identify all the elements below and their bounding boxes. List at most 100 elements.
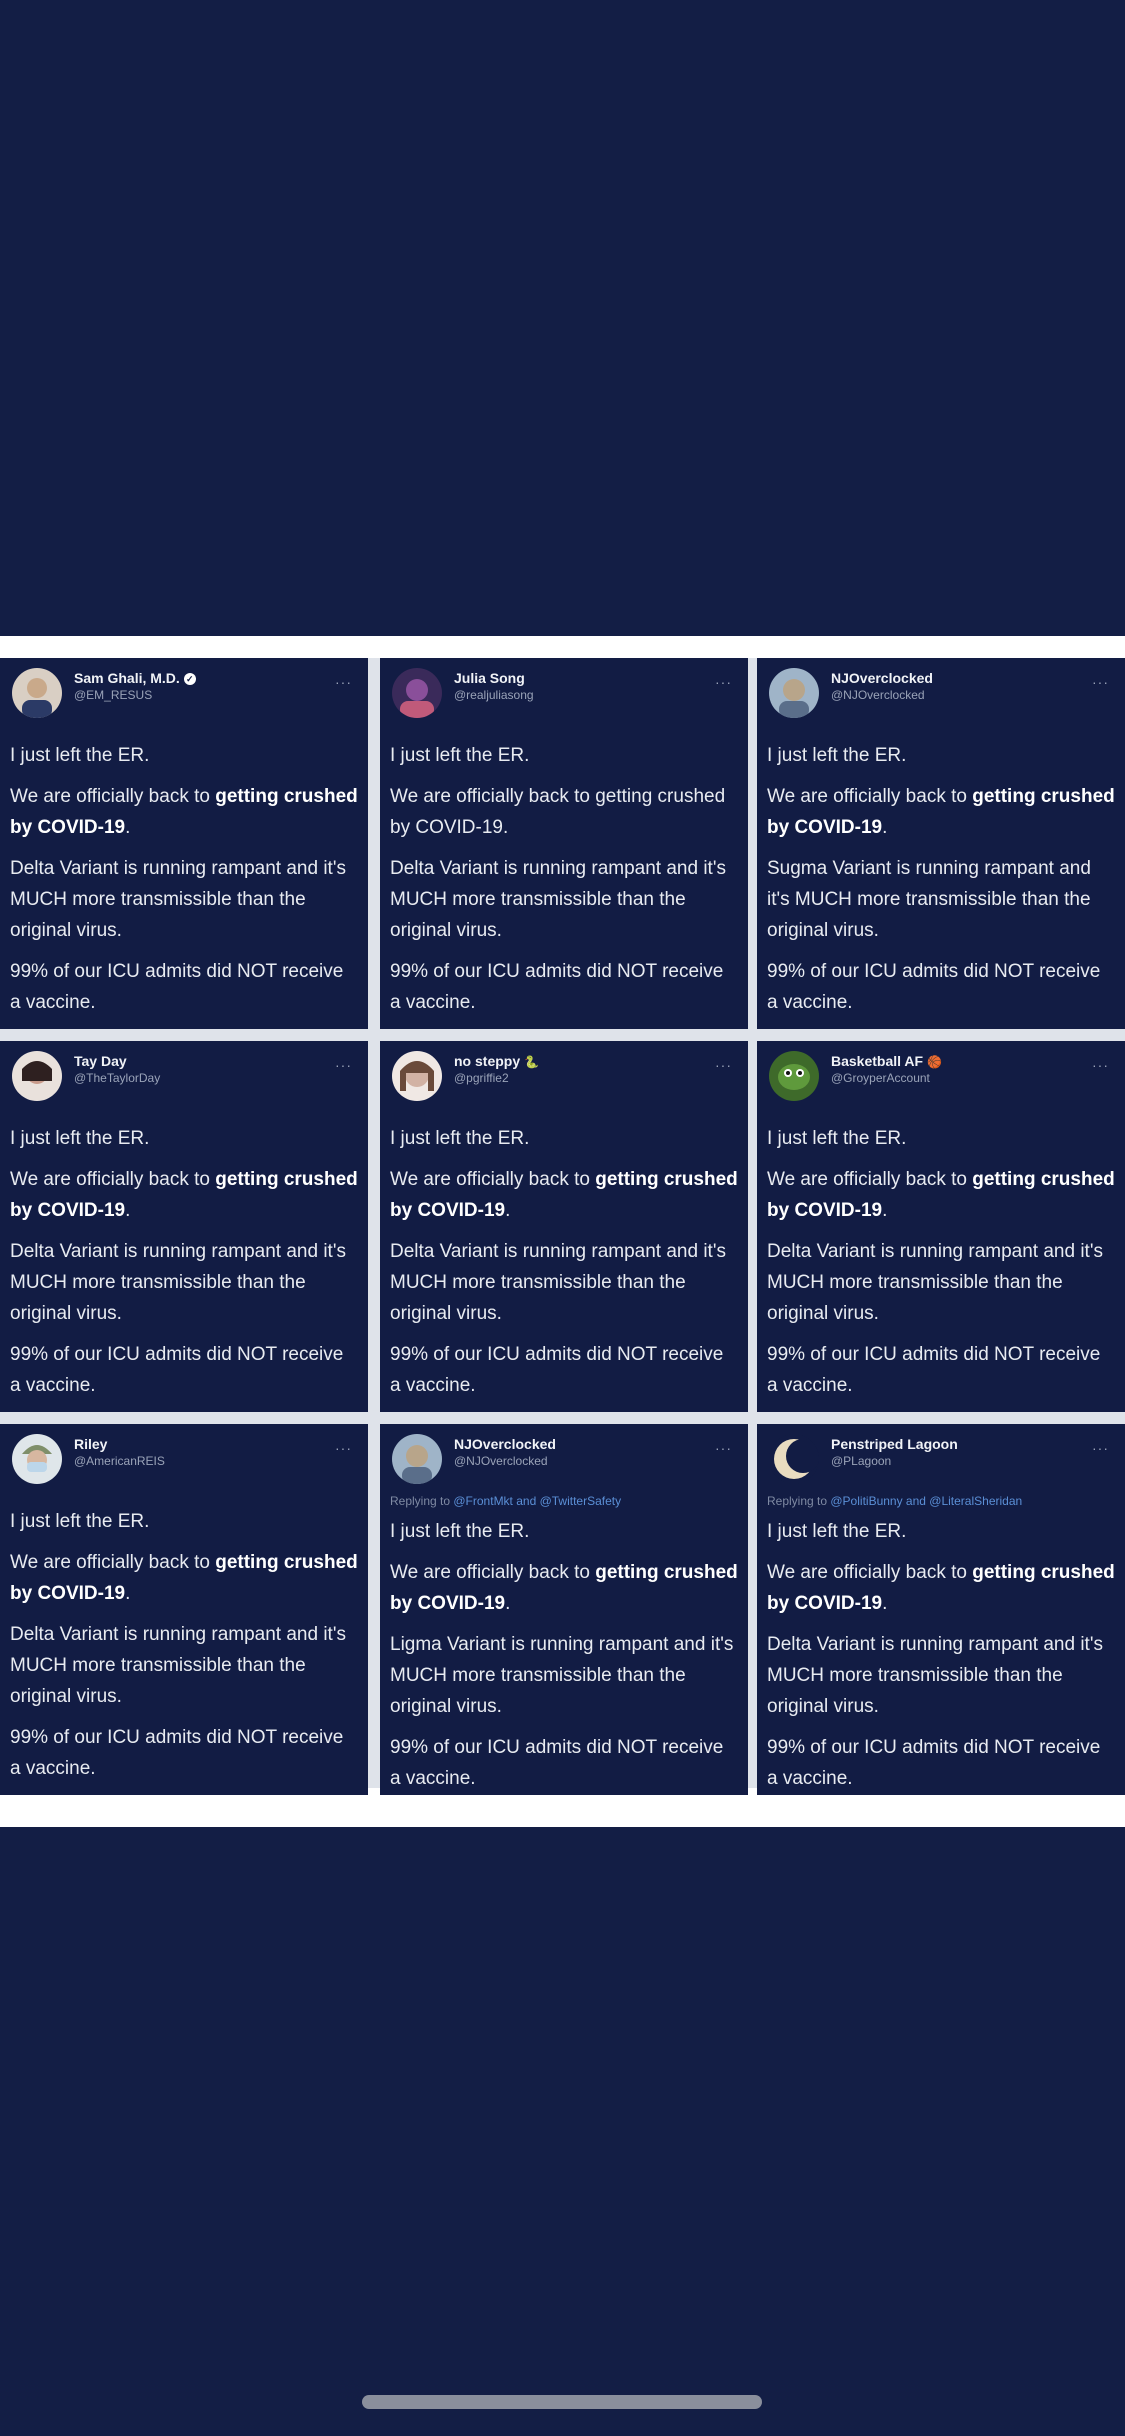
more-options-icon[interactable]: ··· [1092,674,1109,690]
replying-to: Replying to @PolitiBunny and @LiteralShe… [767,1494,1023,1508]
tweet-card-8[interactable]: NJOverclocked @NJOverclocked ··· Replyin… [380,1424,748,1795]
handle[interactable]: @NJOverclocked [831,688,933,702]
tweet-text: I just left the ER. We are officially ba… [767,740,1115,1028]
tweet-header: Riley @AmericanREIS ··· [10,1430,358,1488]
tweet-line: 99% of our ICU admits did NOT receive a … [10,961,344,1013]
more-options-icon[interactable]: ··· [335,1057,352,1073]
more-options-icon[interactable]: ··· [1092,1440,1109,1456]
tweet-card-6[interactable]: Basketball AF 🏀 @GroyperAccount ··· I jus… [757,1041,1125,1412]
tweet-header: Julia Song @realjuliasong ··· [390,664,738,722]
handle[interactable]: @NJOverclocked [454,1454,556,1468]
tweet-collage: Sam Ghali, M.D. ✓ @EM_RESUS ··· I just le… [0,658,1125,1795]
tweet-header: NJOverclocked @NJOverclocked ··· [767,664,1115,722]
tweet-line: We are officially back to getting crushe… [767,1562,1115,1614]
tweet-line: I just left the ER. [390,1128,530,1149]
tweet-line: 99% of our ICU admits did NOT receive a … [390,1344,724,1396]
avatar[interactable] [769,668,819,718]
basketball-icon: 🏀 [927,1055,943,1070]
tweet-line: Delta Variant is running rampant and it'… [10,1241,346,1324]
tweet-line: 99% of our ICU admits did NOT receive a … [390,961,724,1013]
tweet-card-9[interactable]: Penstriped Lagoon @PLagoon ··· Replying … [757,1424,1125,1795]
tweet-text: I just left the ER. We are officially ba… [10,1506,358,1794]
tweet-line: 99% of our ICU admits did NOT receive a … [10,1344,344,1396]
handle[interactable]: @pgriffie2 [454,1071,539,1085]
tweet-header: Tay Day @TheTaylorDay ··· [10,1047,358,1105]
more-options-icon[interactable]: ··· [715,1440,732,1456]
avatar[interactable] [12,668,62,718]
tweet-line: Delta Variant is running rampant and it'… [10,858,346,941]
tweet-text: I just left the ER. We are officially ba… [10,1123,358,1411]
tweet-line: Ligma Variant is running rampant and it'… [390,1634,734,1717]
display-name[interactable]: Penstriped Lagoon [831,1436,958,1452]
display-name[interactable]: NJOverclocked [831,670,933,686]
display-name[interactable]: Riley [74,1436,165,1452]
tweet-card-7[interactable]: Riley @AmericanREIS ··· I just left the … [0,1424,368,1795]
display-name[interactable]: Basketball AF 🏀 [831,1053,942,1069]
avatar[interactable] [769,1051,819,1101]
display-name[interactable]: no steppy 🐍 [454,1053,539,1069]
tweet-header: no steppy 🐍 @pgriffie2 ··· [390,1047,738,1105]
tweet-line: Sugma Variant is running rampant and it'… [767,858,1091,941]
more-options-icon[interactable]: ··· [715,674,732,690]
tweet-header: Sam Ghali, M.D. ✓ @EM_RESUS ··· [10,664,358,722]
tweet-line: We are officially back to getting crushe… [10,1169,358,1221]
tweet-line: 99% of our ICU admits did NOT receive a … [767,1344,1101,1396]
tweet-line: We are officially back to getting crushe… [10,1552,358,1604]
avatar[interactable] [12,1051,62,1101]
tweet-header: NJOverclocked @NJOverclocked ··· [390,1430,738,1488]
tweet-line: 99% of our ICU admits did NOT receive a … [767,961,1101,1013]
tweet-line: I just left the ER. [10,1511,150,1532]
avatar[interactable] [769,1434,819,1484]
tweet-line: Delta Variant is running rampant and it'… [767,1634,1103,1717]
tweet-line: 99% of our ICU admits did NOT receive a … [767,1737,1101,1789]
handle[interactable]: @TheTaylorDay [74,1071,160,1085]
tweet-line: 99% of our ICU admits did NOT receive a … [390,1737,724,1789]
reply-mentions[interactable]: @FrontMkt and @TwitterSafety [453,1494,621,1508]
handle[interactable]: @AmericanREIS [74,1454,165,1468]
tweet-line: We are officially back to getting crushe… [390,1562,738,1614]
tweet-text: I just left the ER. We are officially ba… [390,1123,738,1411]
tweet-text: I just left the ER. We are officially ba… [767,1123,1115,1411]
home-indicator[interactable] [362,2395,762,2409]
tweet-line: Delta Variant is running rampant and it'… [10,1624,346,1707]
replying-to: Replying to @FrontMkt and @TwitterSafety [390,1494,622,1508]
tweet-card-4[interactable]: Tay Day @TheTaylorDay ··· I just left th… [0,1041,368,1412]
tweet-line: Delta Variant is running rampant and it'… [390,1241,726,1324]
tweet-header: Penstriped Lagoon @PLagoon ··· [767,1430,1115,1488]
display-name[interactable]: Sam Ghali, M.D. ✓ [74,670,196,686]
handle[interactable]: @GroyperAccount [831,1071,942,1085]
tweet-line: We are officially back to getting crushe… [767,1169,1115,1221]
tweet-text: I just left the ER. We are officially ba… [390,740,738,1028]
tweet-card-2[interactable]: Julia Song @realjuliasong ··· I just lef… [380,658,748,1029]
avatar[interactable] [392,1434,442,1484]
tweet-line: I just left the ER. [767,745,907,766]
tweet-line: I just left the ER. [10,1128,150,1149]
avatar[interactable] [392,1051,442,1101]
snake-icon: 🐍 [524,1055,540,1070]
handle[interactable]: @PLagoon [831,1454,958,1468]
tweet-text: I just left the ER. We are officially ba… [10,740,358,1028]
tweet-line: We are officially back to getting crushe… [10,786,358,838]
tweet-card-5[interactable]: no steppy 🐍 @pgriffie2 ··· I just left th… [380,1041,748,1412]
display-name[interactable]: Tay Day [74,1053,160,1069]
tweet-line: 99% of our ICU admits did NOT receive a … [10,1727,344,1779]
display-name[interactable]: NJOverclocked [454,1436,556,1452]
more-options-icon[interactable]: ··· [335,674,352,690]
tweet-line: I just left the ER. [767,1128,907,1149]
tweet-line: We are officially back to getting crushe… [390,786,726,838]
tweet-line: I just left the ER. [390,1521,530,1542]
reply-mentions[interactable]: @PolitiBunny and @LiteralSheridan [830,1494,1022,1508]
more-options-icon[interactable]: ··· [1092,1057,1109,1073]
tweet-line: I just left the ER. [10,745,150,766]
handle[interactable]: @realjuliasong [454,688,534,702]
tweet-line: We are officially back to getting crushe… [390,1169,738,1221]
handle[interactable]: @EM_RESUS [74,688,196,702]
avatar[interactable] [12,1434,62,1484]
more-options-icon[interactable]: ··· [335,1440,352,1456]
avatar[interactable] [392,668,442,718]
tweet-card-3[interactable]: NJOverclocked @NJOverclocked ··· I just … [757,658,1125,1029]
more-options-icon[interactable]: ··· [715,1057,732,1073]
display-name[interactable]: Julia Song [454,670,534,686]
tweet-card-1[interactable]: Sam Ghali, M.D. ✓ @EM_RESUS ··· I just le… [0,658,368,1029]
tweet-text: I just left the ER. We are officially ba… [767,1516,1115,1795]
